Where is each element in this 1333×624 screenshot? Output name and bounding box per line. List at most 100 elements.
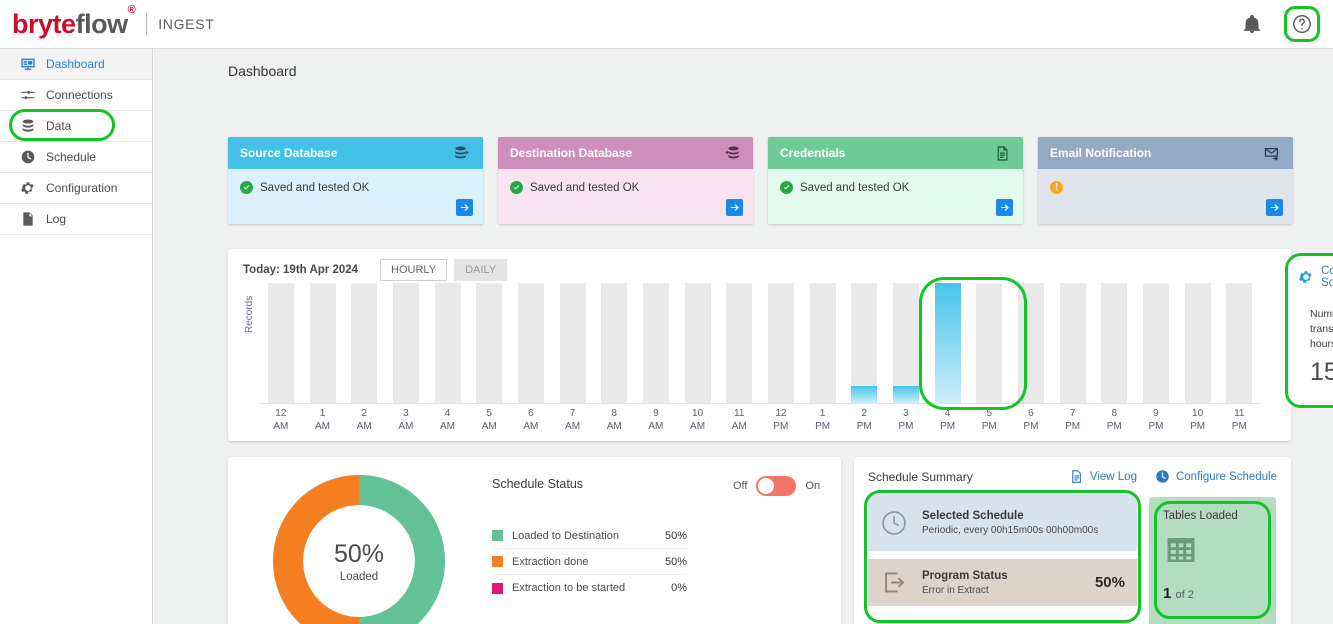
card-body: Saved and tested OK [228,169,483,224]
chart-bar[interactable] [343,283,385,403]
chart-bar[interactable] [927,283,969,403]
loaded-donut-chart: 50% Loaded [272,474,446,624]
database-arrow-icon [723,144,741,162]
chart-bar[interactable] [968,283,1010,403]
chart-bar-track [309,283,336,403]
card-status-row: ! [1050,181,1281,194]
schedule-summary-title: Schedule Summary [868,469,973,484]
chart-y-axis-label: Records [244,295,255,333]
card-go-button[interactable] [456,199,473,216]
check-circle-icon [240,181,253,194]
tables-loaded-of: of 2 [1175,589,1194,601]
donut-center-label: 50% Loaded [272,474,446,624]
chart-x-tick-label: 7 PM [1065,408,1081,432]
chart-x-tick-label: 3 PM [898,408,914,432]
program-status-row[interactable]: Program Status Error in Extract 50% [868,559,1137,606]
card-go-button[interactable] [726,199,743,216]
chart-bar[interactable] [510,283,552,403]
dashboard-icon [20,56,36,72]
chart-x-axis-labels: 12 AM 1 AM 2 AM 3 AM 4 AM 5 AM 6 AM 7 AM 8 AM 9 AM 10 AM 11 AM 1… [260,407,1260,433]
card-go-button[interactable] [996,199,1013,216]
chart-bar-fill [892,386,919,403]
chart-bar[interactable] [677,283,719,403]
tables-loaded-panel: Tables Loaded 1 of 2 [1149,497,1276,624]
bell-icon[interactable] [1241,13,1263,35]
sidebar-item-label: Dashboard [46,57,105,71]
configure-data-source-link-row[interactable]: Configure Data Source [1288,256,1333,289]
chart-bar[interactable] [1093,283,1135,403]
chart-bar-track [809,283,836,403]
chart-bar[interactable] [1218,283,1260,403]
card-status-text: Saved and tested OK [260,181,370,194]
sidebar-item-label: Log [46,212,67,226]
card-body: Saved and tested OK [498,169,753,224]
logo-letter-y: y [38,8,53,39]
configure-schedule-link[interactable]: Configure Schedule [1155,469,1277,484]
status-cards: Source Database Saved and tested OK Dest… [228,137,1293,224]
chart-bar-track [392,283,419,403]
chart-bar[interactable] [1135,283,1177,403]
legend-swatch [492,582,503,594]
card-body: ! [1038,169,1293,224]
sidebar-item-log[interactable]: Log [0,204,152,235]
card-go-button[interactable] [1266,199,1283,216]
mail-forward-icon [1263,144,1281,162]
schedule-summary-panel: Schedule Summary View Log Configure Sche… [854,457,1291,624]
card-credentials[interactable]: Credentials Saved and tested OK [768,137,1023,224]
clock-icon [1155,469,1170,484]
selected-schedule-row[interactable]: Selected Schedule Periodic, every 00h15m… [868,494,1137,551]
schedule-status-legend: Loaded to Destination 50% Extraction done 5… [492,523,687,601]
chart-bar[interactable] [635,283,677,403]
sidebar-item-schedule[interactable]: Schedule [0,142,152,173]
chart-x-tick-label: 7 AM [565,408,581,432]
clock-outline-icon [880,509,908,537]
chart-bar[interactable] [760,283,802,403]
schedule-status-panel: 50% Loaded Schedule Status Off On Loaded… [228,457,841,624]
card-source-database[interactable]: Source Database Saved and tested OK [228,137,483,224]
view-log-link[interactable]: View Log [1069,469,1137,484]
card-status-text: Saved and tested OK [800,181,910,194]
chart-bar[interactable] [1052,283,1094,403]
card-title: Credentials [780,146,846,160]
chart-bar-track [1017,283,1044,403]
sidebar-item-configuration[interactable]: Configuration [0,173,152,204]
configure-schedule-label: Configure Schedule [1175,470,1277,483]
check-circle-icon [780,181,793,194]
chart-bar[interactable] [885,283,927,403]
chart-bar-track [1184,283,1211,403]
card-status-row: Saved and tested OK [780,181,1011,194]
chart-x-tick-label: 4 AM [440,408,456,432]
chart-x-tick-label: 9 PM [1148,408,1164,432]
chart-bar[interactable] [593,283,635,403]
chart-bar[interactable] [1010,283,1052,403]
chart-bar[interactable] [802,283,844,403]
card-destination-database[interactable]: Destination Database Saved and tested OK [498,137,753,224]
chart-bar[interactable] [1177,283,1219,403]
sidebar-item-data[interactable]: Data [0,111,152,142]
sidebar-item-connections[interactable]: Connections [0,80,152,111]
chart-bar[interactable] [552,283,594,403]
chart-bar-track [1101,283,1128,403]
sidebar-item-dashboard[interactable]: Dashboard [0,49,152,80]
chart-x-tick-label: 3 AM [398,408,414,432]
configure-data-source-link[interactable]: Configure Data Source [1321,265,1333,289]
help-button[interactable] [1284,6,1320,42]
app-logo[interactable]: bryteflow® INGEST [12,4,215,40]
warning-icon: ! [1050,181,1063,194]
sidebar-item-label: Data [46,119,72,133]
chart-bar[interactable] [260,283,302,403]
chart-bar[interactable] [843,283,885,403]
chart-bar[interactable] [427,283,469,403]
chart-bar[interactable] [302,283,344,403]
chart-bar-track [351,283,378,403]
chart-bar-track [934,283,961,403]
program-status-texts: Program Status Error in Extract [922,570,1008,596]
card-email-notification[interactable]: Email Notification ! [1038,137,1293,224]
chart-bar[interactable] [385,283,427,403]
chart-bar[interactable] [718,283,760,403]
selected-schedule-subtitle: Periodic, every 00h15m00s 00h00m00s [922,524,1099,536]
chart-x-tick-label: 2 AM [356,408,372,432]
schedule-status-toggle[interactable] [756,476,797,496]
chart-bar[interactable] [468,283,510,403]
chart-bar-track [517,283,544,403]
